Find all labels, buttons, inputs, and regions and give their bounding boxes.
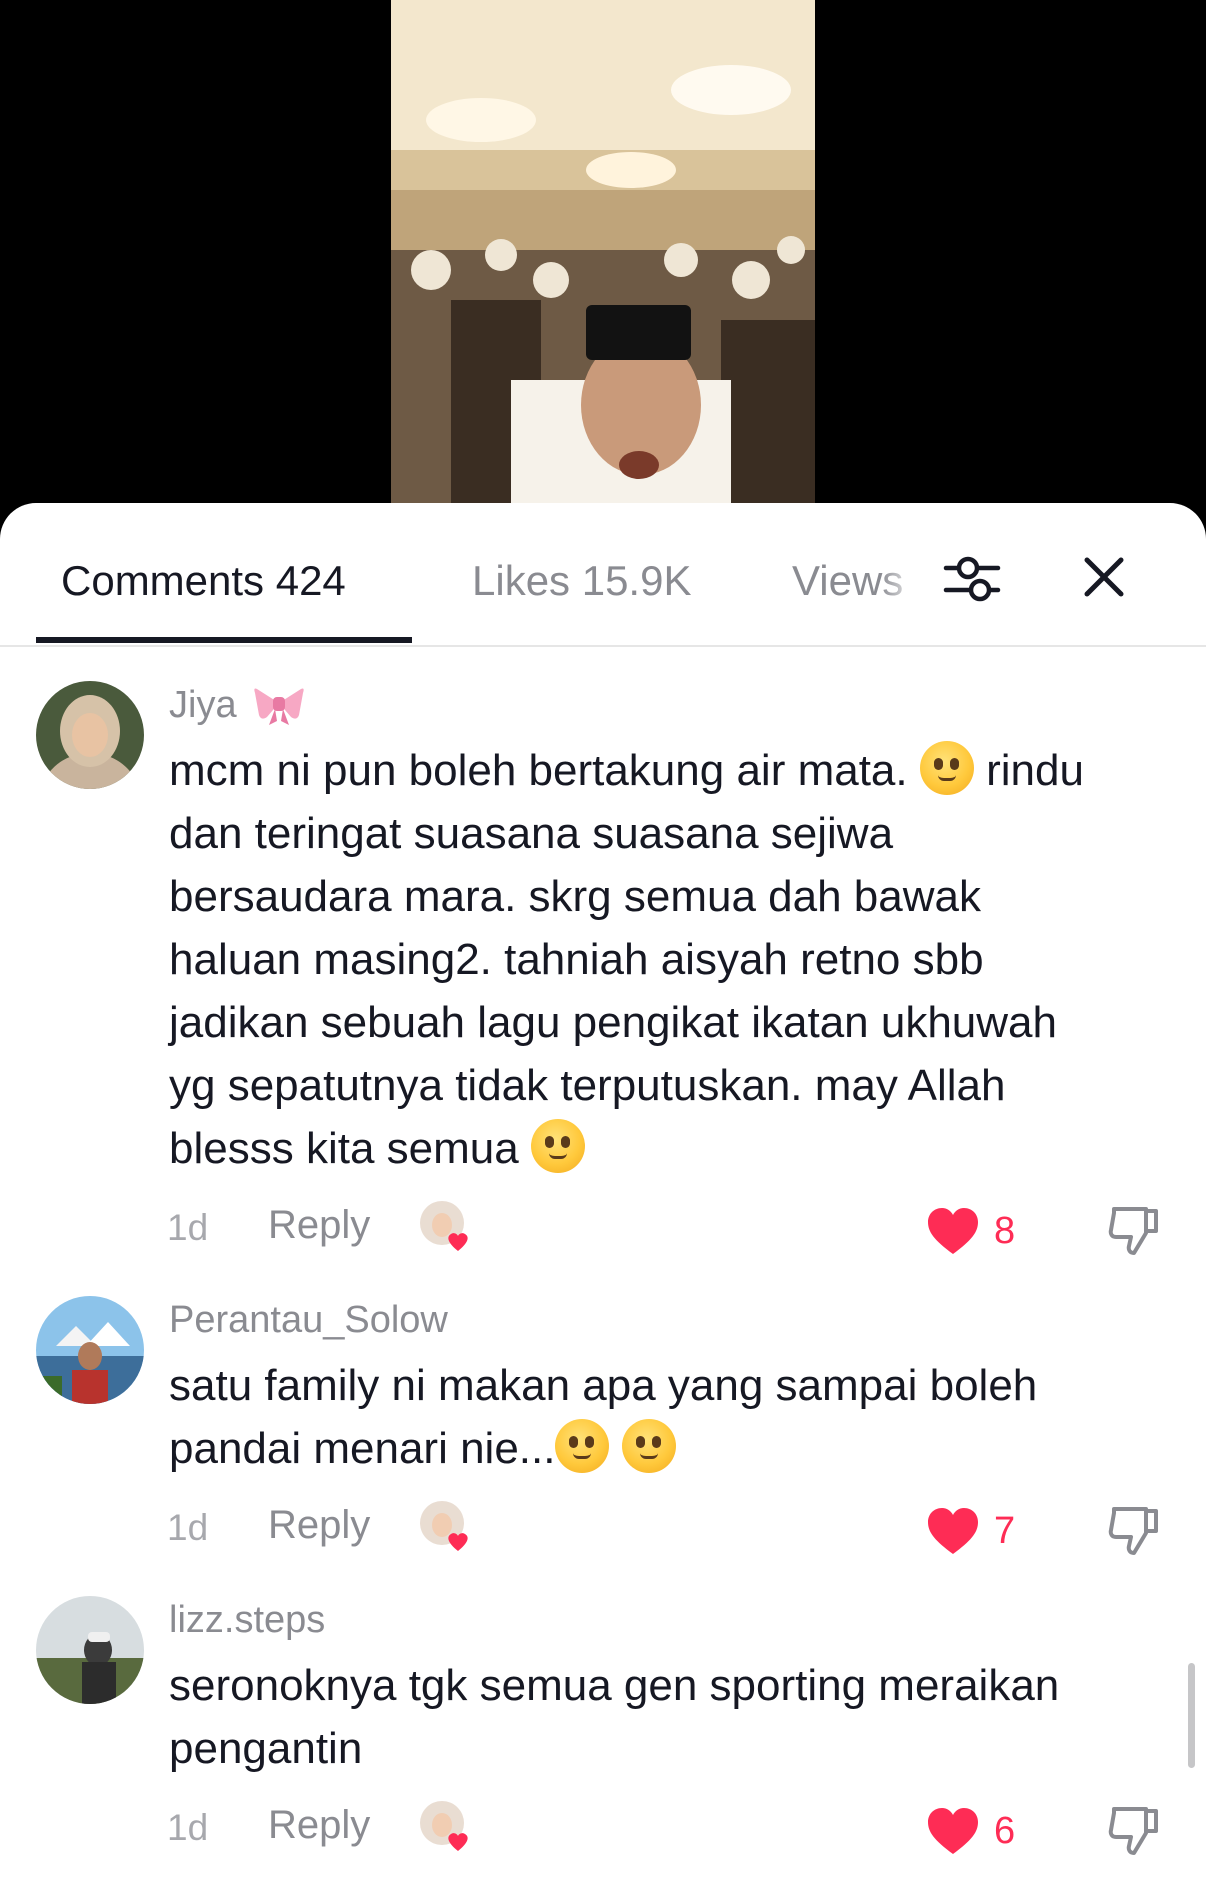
- thumbs-down-icon[interactable]: [1106, 1201, 1162, 1257]
- avatar[interactable]: [36, 1296, 144, 1404]
- reply-button[interactable]: Reply: [268, 1803, 370, 1848]
- heart-icon: [928, 1808, 978, 1854]
- comment-item: Jiya mcm ni pun boleh bertakung air mata…: [0, 673, 1206, 1255]
- comment-username[interactable]: Perantau_Solow: [169, 1294, 448, 1346]
- comment-text: seronoknya tgk semua gen sporting meraik…: [169, 1661, 1060, 1773]
- tab-likes[interactable]: Likes 15.9K: [472, 553, 691, 609]
- video-thumbnail[interactable]: [391, 0, 815, 503]
- smiling-face-with-hearts-emoji: [530, 1119, 585, 1173]
- tab-comments[interactable]: Comments 424: [61, 553, 346, 609]
- scrollbar[interactable]: [1188, 1663, 1195, 1768]
- thinking-face-emoji: [555, 1419, 610, 1473]
- avatar[interactable]: [36, 1596, 144, 1704]
- comment-time: 1d: [167, 1207, 209, 1248]
- reply-button[interactable]: Reply: [268, 1503, 370, 1548]
- sliders-icon[interactable]: [936, 547, 1008, 611]
- avatar[interactable]: [36, 681, 144, 789]
- thumbs-down-icon[interactable]: [1106, 1501, 1162, 1557]
- comment-username[interactable]: Jiya: [169, 679, 305, 731]
- heart-icon: [928, 1508, 978, 1554]
- reply-button[interactable]: Reply: [268, 1203, 370, 1248]
- comment-meta: 1d Reply 8: [0, 1199, 1206, 1259]
- video-area[interactable]: [0, 0, 1206, 520]
- comment-text: mcm ni pun boleh bertakung air mata. rin…: [169, 739, 1169, 1180]
- thinking-face-emoji: [621, 1419, 676, 1473]
- comments-sheet: Comments 424 Likes 15.9K Views Jiya mcm …: [0, 503, 1206, 1896]
- creator-liked-badge-icon: [420, 1801, 468, 1851]
- like-button[interactable]: 6: [926, 1803, 1015, 1859]
- like-count: 8: [994, 1209, 1016, 1252]
- like-count: 7: [994, 1509, 1016, 1552]
- ribbon-bow-icon: [254, 688, 304, 725]
- comment-username[interactable]: lizz.steps: [169, 1594, 325, 1646]
- close-icon[interactable]: [1076, 549, 1132, 605]
- comment-meta: 1d Reply 7: [0, 1499, 1206, 1559]
- creator-liked-badge-icon: [420, 1501, 468, 1551]
- creator-liked-badge-icon: [420, 1201, 468, 1251]
- comment-item: Perantau_Solow satu family ni makan apa …: [0, 1288, 1206, 1555]
- like-button[interactable]: 7: [926, 1503, 1015, 1559]
- tab-bar: Comments 424 Likes 15.9K Views: [0, 503, 1206, 647]
- comment-item: lizz.steps seronoknya tgk semua gen spor…: [0, 1588, 1206, 1855]
- comment-text: satu family ni makan apa yang sampai bol…: [169, 1361, 1038, 1473]
- thumbs-down-icon[interactable]: [1106, 1801, 1162, 1857]
- like-button[interactable]: 8: [926, 1203, 1015, 1259]
- tab-active-indicator: [36, 637, 412, 643]
- heart-icon: [928, 1208, 978, 1254]
- comment-meta: 1d Reply 6: [0, 1799, 1206, 1859]
- like-count: 6: [994, 1809, 1016, 1852]
- comment-time: 1d: [167, 1807, 209, 1848]
- comment-time: 1d: [167, 1507, 209, 1548]
- tab-fade: [880, 539, 920, 629]
- pleading-face-emoji: [919, 741, 974, 795]
